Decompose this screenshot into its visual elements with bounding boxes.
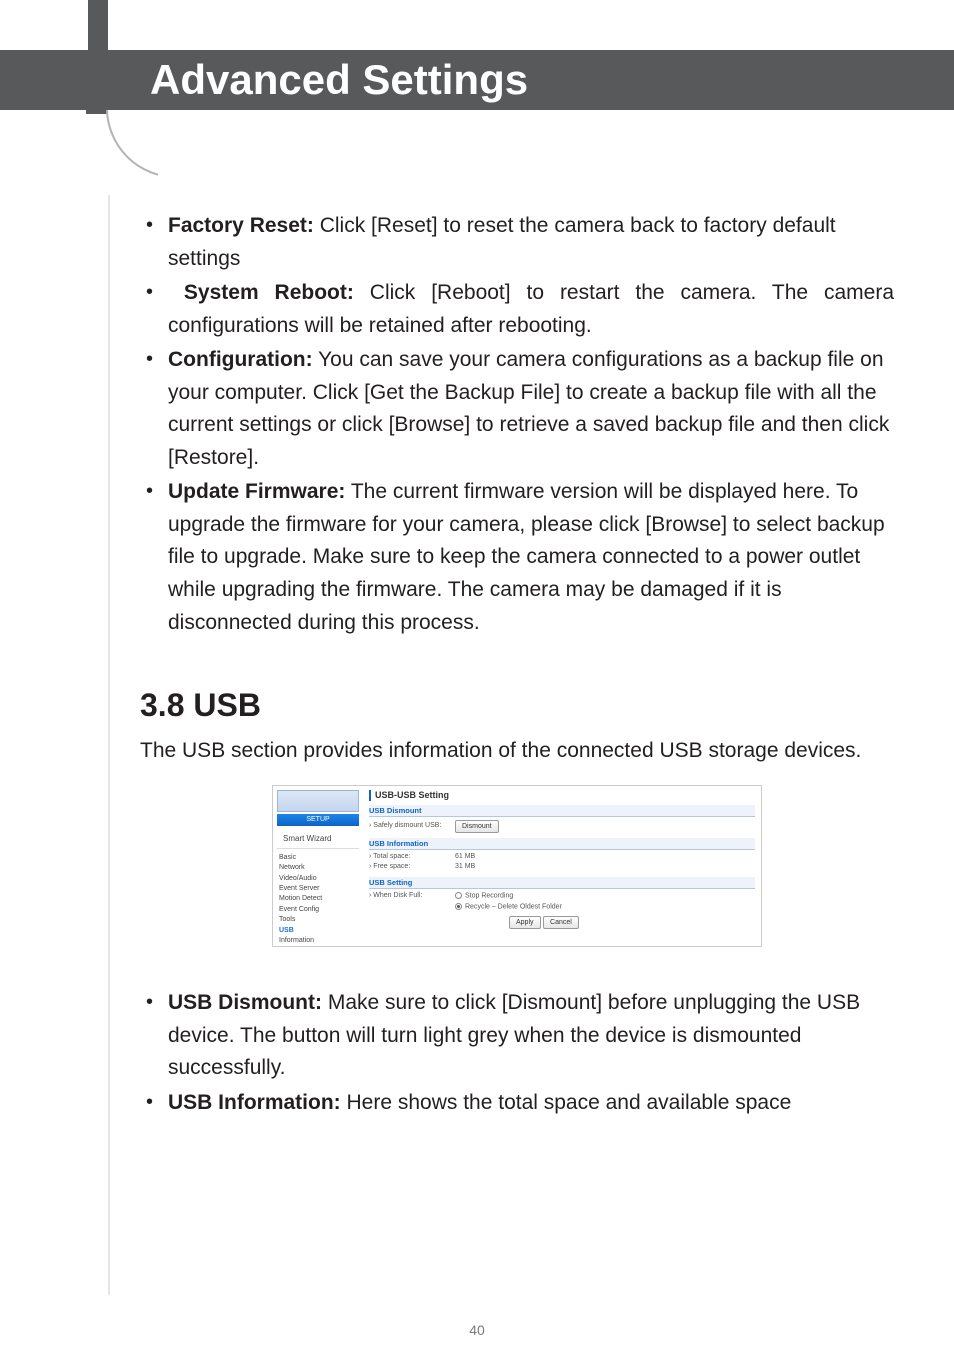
- header-spine: [88, 0, 108, 50]
- bullet-label: Configuration:: [168, 348, 313, 371]
- radio-icon: [455, 892, 462, 899]
- bullet-label: System Reboot:: [184, 281, 354, 304]
- nav-motion-detect[interactable]: Motion Detect: [277, 894, 359, 904]
- bullet-system-reboot: System Reboot: Click [Reboot] to restart…: [168, 277, 894, 342]
- nav-video-audio[interactable]: Video/Audio: [277, 874, 359, 884]
- bullet-update-firmware: Update Firmware: The current firmware ve…: [168, 476, 894, 639]
- side-rule: [108, 195, 110, 1295]
- row-total-space: › Total space: 61 MB: [369, 852, 755, 862]
- bullet-configuration: Configuration: You can save your camera …: [168, 344, 894, 474]
- usb-setting-screenshot: SETUP Smart Wizard Basic Network Video/A…: [272, 785, 762, 947]
- opt-recycle[interactable]: Recycle – Delete Oldest Folder: [455, 903, 562, 912]
- header-curve: [88, 110, 158, 200]
- head-dismount: USB Dismount: [369, 805, 755, 817]
- page-header-title: Advanced Settings: [150, 56, 528, 103]
- row-disk-full: › When Disk Full: Stop Recording: [369, 891, 755, 902]
- head-info: USB Information: [369, 838, 755, 850]
- top-bullet-list: Factory Reset: Click [Reset] to reset th…: [140, 210, 894, 639]
- row-dismount: › Safely dismount USB: Dismount: [369, 819, 755, 834]
- apply-cancel-row: Apply Cancel: [369, 916, 755, 929]
- free-space-label: › Free space:: [369, 863, 449, 871]
- nav-usb[interactable]: USB: [277, 926, 359, 936]
- nav-information[interactable]: Information: [277, 936, 359, 946]
- row-free-space: › Free space: 31 MB: [369, 862, 755, 872]
- nav-event-server[interactable]: Event Server: [277, 884, 359, 894]
- dismount-button[interactable]: Dismount: [455, 820, 499, 833]
- bullet-factory-reset: Factory Reset: Click [Reset] to reset th…: [168, 210, 894, 275]
- page-number: 40: [0, 1322, 954, 1338]
- bullet-text: Here shows the total space and available…: [341, 1091, 792, 1114]
- nav-tools[interactable]: Tools: [277, 915, 359, 925]
- bullet-label: Update Firmware:: [168, 480, 345, 503]
- total-space-value: 61 MB: [455, 853, 475, 861]
- head-setting: USB Setting: [369, 877, 755, 889]
- smart-wizard-link[interactable]: Smart Wizard: [277, 830, 359, 849]
- page-content: Factory Reset: Click [Reset] to reset th…: [140, 210, 894, 1122]
- nav-list: Basic Network Video/Audio Event Server M…: [273, 853, 363, 947]
- live-view-thumb: [277, 790, 359, 812]
- setup-button[interactable]: SETUP: [277, 814, 359, 826]
- screenshot-sidebar: SETUP Smart Wizard Basic Network Video/A…: [273, 786, 363, 946]
- bullet-label: USB Dismount:: [168, 991, 322, 1014]
- cancel-button[interactable]: Cancel: [543, 916, 579, 929]
- apply-button[interactable]: Apply: [509, 916, 541, 929]
- embedded-screenshot: SETUP Smart Wizard Basic Network Video/A…: [272, 785, 762, 947]
- bullet-usb-information: USB Information: Here shows the total sp…: [168, 1087, 894, 1120]
- page-header: Advanced Settings: [0, 50, 954, 110]
- dismount-label: › Safely dismount USB:: [369, 822, 449, 830]
- section-intro: The USB section provides information of …: [140, 735, 894, 768]
- opt-stop[interactable]: Stop Recording: [455, 892, 513, 901]
- total-space-label: › Total space:: [369, 853, 449, 861]
- radio-icon: [455, 903, 462, 910]
- bullet-usb-dismount: USB Dismount: Make sure to click [Dismou…: [168, 987, 894, 1085]
- panel-title: USB-USB Setting: [369, 790, 755, 801]
- bullet-label: USB Information:: [168, 1091, 341, 1114]
- nav-event-config[interactable]: Event Config: [277, 905, 359, 915]
- bottom-bullet-list: USB Dismount: Make sure to click [Dismou…: [140, 987, 894, 1119]
- disk-full-label: › When Disk Full:: [369, 892, 449, 900]
- nav-network[interactable]: Network: [277, 863, 359, 873]
- free-space-value: 31 MB: [455, 863, 475, 871]
- row-recycle: Recycle – Delete Oldest Folder: [369, 902, 755, 913]
- nav-basic[interactable]: Basic: [277, 853, 359, 863]
- screenshot-main: USB-USB Setting USB Dismount › Safely di…: [363, 786, 761, 946]
- bullet-label: Factory Reset:: [168, 214, 314, 237]
- section-title-usb: 3.8 USB: [140, 681, 894, 731]
